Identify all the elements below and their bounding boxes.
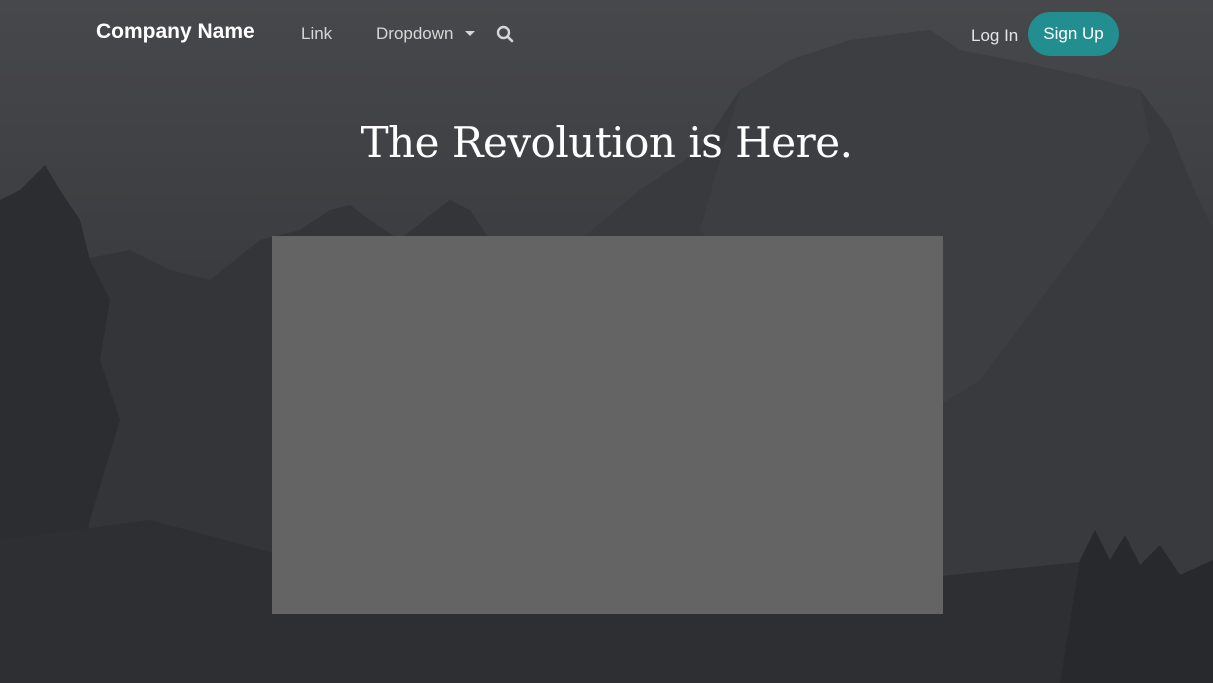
- nav-dropdown-toggle[interactable]: Dropdown: [376, 24, 454, 44]
- hero-headline: The Revolution is Here.: [360, 118, 853, 167]
- nav-link[interactable]: Link: [301, 24, 332, 44]
- top-navbar: Company Name Link Dropdown Log In Sign U…: [0, 0, 1213, 68]
- chevron-down-icon: [465, 31, 475, 36]
- login-link[interactable]: Log In: [971, 26, 1018, 46]
- signup-button[interactable]: Sign Up: [1028, 12, 1119, 56]
- search-icon[interactable]: [496, 25, 514, 43]
- brand-logo-link[interactable]: Company Name: [96, 20, 255, 44]
- media-placeholder: [272, 236, 943, 614]
